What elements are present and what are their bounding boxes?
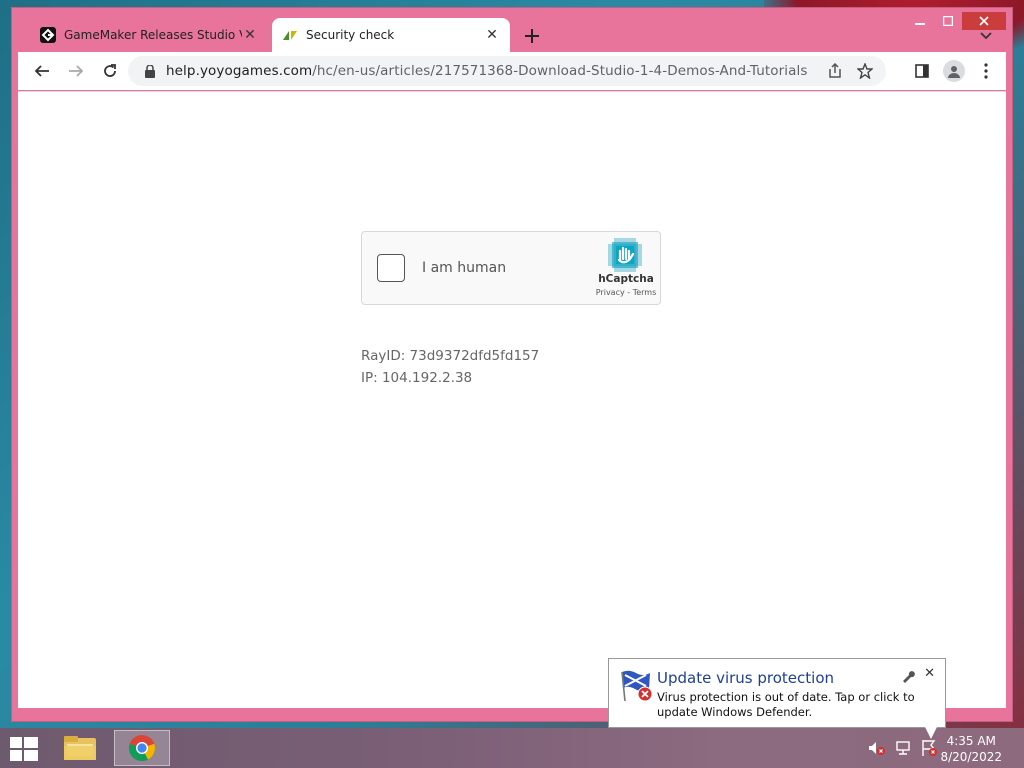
defender-flag-icon <box>619 669 655 703</box>
notification-title: Update virus protection <box>657 669 835 687</box>
privacy-terms-links[interactable]: Privacy - Terms <box>592 288 660 297</box>
side-panel-button[interactable] <box>906 55 938 87</box>
tab-security-check[interactable]: Security check ✕ <box>272 18 510 52</box>
tab-title: GameMaker Releases Studio Vers <box>64 28 242 42</box>
chrome-taskbar-button[interactable] <box>114 730 170 766</box>
chrome-icon <box>128 735 156 762</box>
forward-button[interactable] <box>60 55 92 87</box>
plus-icon <box>525 29 539 43</box>
menu-button[interactable] <box>970 55 1002 87</box>
defender-notification[interactable]: Update virus protection Virus protection… <box>608 658 946 739</box>
notification-body: Virus protection is out of date. Tap or … <box>657 690 915 719</box>
hcaptcha-brand: hCaptcha <box>598 273 654 285</box>
start-button[interactable] <box>8 736 40 762</box>
new-tab-button[interactable] <box>518 24 546 48</box>
tab-gamemaker[interactable]: GameMaker Releases Studio Vers ✕ <box>30 18 268 52</box>
tab-title: Security check <box>306 28 395 42</box>
bookmark-button[interactable] <box>850 59 880 83</box>
tab-close-icon[interactable]: ✕ <box>242 27 258 43</box>
clock-date: 8/20/2022 <box>940 750 1002 764</box>
folder-icon <box>64 736 96 760</box>
share-icon <box>829 63 841 78</box>
taskbar: 4:35 AM 8/20/2022 <box>0 728 1024 768</box>
forward-arrow-icon <box>69 65 84 77</box>
profile-button[interactable] <box>938 55 970 87</box>
notification-close-button[interactable]: ✕ <box>924 666 935 681</box>
url-host: help.yoyogames.com <box>166 63 313 79</box>
address-bar-actions <box>820 59 880 83</box>
side-panel-icon <box>915 64 929 78</box>
ray-id: RayID: 73d9372dfd5fd157 <box>361 348 540 364</box>
wrench-icon[interactable] <box>901 668 915 683</box>
tab-close-icon[interactable]: ✕ <box>484 27 500 43</box>
address-bar[interactable]: help.yoyogames.com/hc/en-us/articles/217… <box>128 56 886 86</box>
share-button[interactable] <box>820 59 850 83</box>
chevron-down-icon <box>980 32 992 40</box>
hcaptcha-widget: I am human hCaptcha Privacy - Terms <box>361 231 661 305</box>
ip-address: IP: 104.192.2.38 <box>361 370 473 386</box>
zendesk-icon <box>282 27 298 43</box>
volume-muted-icon[interactable] <box>868 739 886 757</box>
tab-strip: GameMaker Releases Studio Vers ✕ Securit… <box>18 18 1012 52</box>
gamemaker-icon <box>40 27 56 43</box>
captcha-label: I am human <box>422 260 507 276</box>
back-arrow-icon <box>34 65 49 77</box>
hcaptcha-logo-icon <box>608 238 642 272</box>
captcha-checkbox[interactable] <box>377 254 405 282</box>
file-explorer-taskbar-button[interactable] <box>52 730 108 766</box>
browser-window: GameMaker Releases Studio Vers ✕ Securit… <box>12 8 1012 721</box>
url-text: help.yoyogames.com/hc/en-us/articles/217… <box>166 63 807 79</box>
lock-icon[interactable] <box>138 64 162 78</box>
network-icon[interactable] <box>894 739 912 757</box>
browser-toolbar: help.yoyogames.com/hc/en-us/articles/217… <box>18 52 1006 90</box>
more-vert-icon <box>984 63 988 79</box>
page-content: I am human hCaptcha Privacy - Terms RayI… <box>18 91 1006 708</box>
back-button[interactable] <box>26 55 58 87</box>
clock-time: 4:35 AM <box>946 734 996 748</box>
tab-search-button[interactable] <box>972 24 1000 48</box>
star-icon <box>857 63 873 79</box>
taskbar-clock[interactable]: 4:35 AM 8/20/2022 <box>940 733 1002 765</box>
avatar-icon <box>943 60 965 82</box>
system-tray <box>868 739 938 757</box>
url-path: /hc/en-us/articles/217571368-Download-St… <box>312 63 808 79</box>
reload-icon <box>104 64 116 77</box>
reload-button[interactable] <box>94 55 126 87</box>
action-center-alert-icon[interactable] <box>920 739 938 757</box>
windows-logo-icon <box>10 737 38 761</box>
toolbar-right <box>906 55 1002 87</box>
